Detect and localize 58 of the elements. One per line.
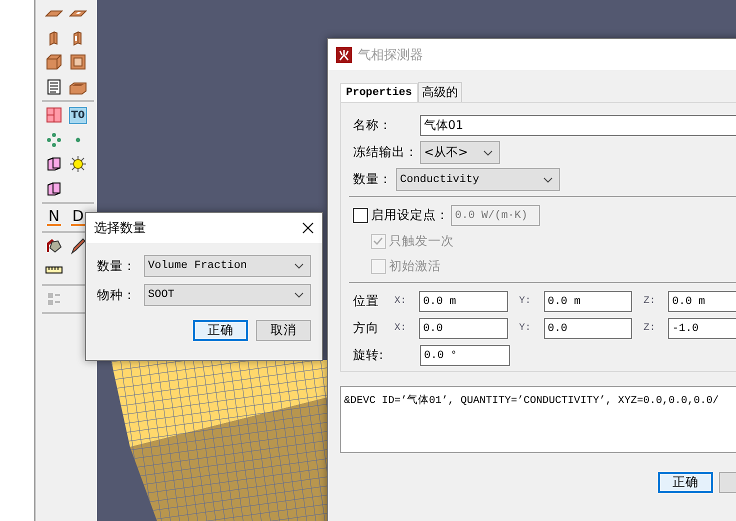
field-label: 冻结输出：	[353, 144, 419, 161]
coordinate-field[interactable]: 0.0	[419, 318, 508, 339]
coordinate-field[interactable]: 0.0	[544, 318, 632, 339]
dialog-button[interactable]: 正确	[193, 320, 248, 341]
panel-icon[interactable]	[45, 180, 63, 198]
axis-label: Z:	[643, 323, 656, 334]
dialog-title: 选择数量	[94, 220, 147, 237]
checkbox-label: 初始激活	[389, 258, 441, 275]
particles-icon[interactable]	[45, 130, 63, 149]
list-icon[interactable]	[45, 78, 63, 96]
axis-label: Y:	[518, 296, 532, 307]
block-icon[interactable]	[45, 53, 63, 72]
field-label: 名称：	[353, 117, 393, 134]
checkmark-icon	[372, 235, 384, 247]
coordinate-field[interactable]: -1.0	[668, 318, 736, 339]
coordinate-field[interactable]: 0.0 m	[544, 291, 632, 312]
dialog-button[interactable]: 正确	[658, 472, 713, 493]
dialog-title: 气相探测器	[358, 46, 424, 64]
axis-label: X:	[394, 296, 408, 307]
dropdown[interactable]: <从不>	[420, 141, 500, 164]
sun-icon[interactable]	[69, 155, 87, 174]
field-label: 物种：	[97, 286, 136, 304]
tab[interactable]: Properties	[340, 83, 418, 102]
axis-label: Z:	[643, 296, 656, 307]
field-label: 方向	[353, 320, 380, 337]
field-label: 位置	[353, 293, 380, 310]
dialog-button[interactable]: 取消	[256, 320, 311, 341]
close-icon[interactable]	[302, 222, 314, 234]
vent-icon[interactable]	[45, 106, 63, 124]
checkbox[interactable]	[353, 208, 368, 223]
panel-icon[interactable]	[45, 155, 63, 174]
tab[interactable]: 高级的	[418, 82, 462, 102]
chevron-icon	[483, 150, 493, 156]
coordinate-field[interactable]: 0.0 m	[668, 291, 736, 312]
field-label: 数量：	[353, 171, 393, 188]
fire-logo-icon	[336, 46, 352, 62]
field-label: 旋转:	[353, 347, 384, 364]
fds-preview-text: &DEVC ID=’气体01’, QUANTITY=’CONDUCTIVITY’, XYZ=0.0,0.0,0.0/	[340, 386, 736, 453]
tool-button[interactable]: T0	[69, 106, 87, 124]
block-hollow-icon[interactable]	[69, 53, 87, 72]
chevron-icon	[543, 176, 553, 182]
chevron-icon	[294, 292, 304, 298]
checkbox-label: 只触发一次	[389, 233, 454, 250]
dropdown[interactable]: Conductivity	[396, 168, 560, 191]
field-label: 数量：	[97, 258, 136, 274]
name-field[interactable]: 气体01	[420, 115, 736, 136]
checkbox-label: 启用设定点：	[371, 207, 450, 224]
tool-button[interactable]: N	[47, 208, 61, 226]
coordinate-field[interactable]: 0.0 m	[419, 291, 508, 312]
pencil-icon[interactable]	[69, 236, 87, 255]
axis-label: X:	[394, 323, 408, 334]
rotation-field[interactable]: 0.0 °	[420, 345, 510, 366]
dropdown[interactable]: Volume Fraction	[144, 255, 311, 277]
dropdown[interactable]: SOOT	[144, 284, 311, 306]
chevron-icon	[294, 263, 304, 269]
setpoint-field[interactable]: 0.0 W/(m·K)	[451, 205, 540, 226]
axis-label: Y:	[518, 323, 532, 334]
paint-icon[interactable]	[45, 236, 63, 255]
